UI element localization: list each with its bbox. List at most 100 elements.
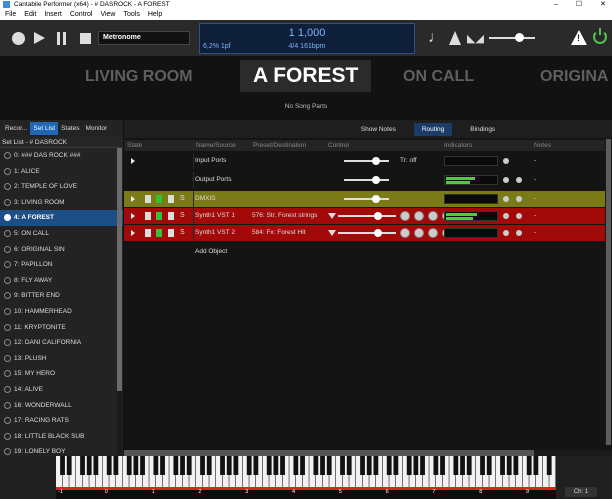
solo-icon[interactable]: S — [180, 208, 185, 224]
state-icon[interactable] — [168, 229, 174, 237]
row-notes[interactable]: - — [534, 225, 536, 241]
black-key[interactable] — [513, 456, 519, 475]
black-key[interactable] — [66, 456, 72, 475]
set-list-item[interactable]: 10: HAMMERHEAD — [0, 304, 123, 320]
menu-edit[interactable]: Edit — [24, 9, 36, 20]
black-key[interactable] — [420, 456, 425, 475]
black-key[interactable] — [93, 456, 99, 475]
set-list-item[interactable]: 12: DANI CALIFORNIA — [0, 335, 123, 351]
volume-thumb[interactable] — [515, 33, 524, 42]
black-key[interactable] — [160, 456, 165, 475]
menu-tools[interactable]: Tools — [123, 9, 139, 20]
midi-channel-button[interactable]: Ch: 1 — [565, 487, 597, 497]
col-control[interactable]: Control — [328, 140, 349, 151]
gain-slider-thumb[interactable] — [371, 176, 380, 184]
black-key[interactable] — [413, 456, 419, 475]
add-object-button[interactable]: Add Object — [195, 244, 227, 260]
black-key[interactable] — [406, 456, 412, 475]
black-key[interactable] — [386, 456, 392, 475]
enable-icon[interactable] — [156, 195, 162, 203]
row-preset[interactable]: 584: Fx: Forest Hit — [252, 225, 305, 241]
black-key[interactable] — [460, 456, 465, 475]
black-key[interactable] — [326, 456, 332, 475]
routing-row[interactable]: S Synth1 VST 1 576: Str. Forest strings - — [124, 208, 612, 224]
state-icon[interactable] — [168, 212, 174, 220]
maximize-button[interactable]: ☐ — [576, 0, 582, 9]
tab-show-notes[interactable]: Show Notes — [353, 123, 404, 136]
keyboard-left-scroll[interactable] — [0, 456, 56, 499]
expand-icon[interactable] — [131, 230, 135, 236]
black-key[interactable] — [246, 456, 252, 475]
black-key[interactable] — [486, 456, 492, 475]
black-key[interactable] — [526, 456, 532, 475]
col-indicators[interactable]: Indicators — [444, 140, 472, 151]
col-name[interactable]: Name/Source — [196, 140, 236, 151]
gain-slider-thumb[interactable] — [373, 212, 382, 220]
piano-keyboard[interactable] — [56, 456, 556, 487]
gain-slider[interactable] — [344, 195, 389, 203]
knob-icon[interactable] — [400, 211, 410, 221]
black-key[interactable] — [200, 456, 205, 475]
solo-icon[interactable]: S — [180, 225, 185, 241]
midi-icon[interactable] — [145, 212, 151, 220]
black-key[interactable] — [153, 456, 159, 475]
black-key[interactable] — [346, 456, 352, 475]
metronome-icon[interactable] — [449, 31, 461, 45]
black-key[interactable] — [80, 456, 85, 475]
set-list-item[interactable]: 7: PAPILLON — [0, 257, 123, 273]
black-key[interactable] — [300, 456, 305, 475]
state-icon[interactable] — [168, 195, 174, 203]
routing-row[interactable]: Output Ports - — [124, 172, 612, 188]
black-key[interactable] — [86, 456, 92, 475]
row-notes[interactable]: - — [534, 208, 536, 224]
gain-slider-thumb[interactable] — [371, 157, 380, 165]
play-button[interactable] — [34, 32, 45, 44]
knob-icon[interactable] — [400, 228, 410, 238]
set-list-item[interactable]: 11: KRYPTONITE — [0, 320, 123, 336]
gain-slider-thumb[interactable] — [371, 195, 380, 203]
black-key[interactable] — [220, 456, 225, 475]
row-preset[interactable]: 576: Str. Forest strings — [252, 208, 317, 224]
black-key[interactable] — [226, 456, 232, 475]
black-key[interactable] — [480, 456, 485, 475]
row-notes[interactable]: - — [534, 191, 536, 207]
black-key[interactable] — [280, 456, 285, 475]
routing-row[interactable]: Input Ports Tr: off - — [124, 153, 612, 169]
black-key[interactable] — [273, 456, 279, 475]
midi-icon[interactable] — [145, 195, 151, 203]
gain-slider[interactable] — [344, 176, 389, 184]
set-list-item[interactable]: 6: ORIGINAL SIN — [0, 242, 123, 258]
black-key[interactable] — [433, 456, 439, 475]
set-list-item[interactable]: 17: RACING RATS — [0, 413, 123, 429]
routing-scrollbar[interactable] — [605, 139, 612, 445]
knob-icon[interactable] — [428, 228, 438, 238]
master-volume-slider[interactable] — [489, 33, 535, 42]
transport-display[interactable]: 1 1,000 6,2% 1pf 4/4 161bpm — [199, 23, 415, 54]
set-list-item[interactable]: 14: ALIVE — [0, 382, 123, 398]
row-notes[interactable]: - — [534, 172, 536, 188]
menu-control[interactable]: Control — [70, 9, 93, 20]
tab-routing[interactable]: Routing — [413, 122, 453, 136]
set-list-scrollbar[interactable] — [117, 148, 122, 489]
song-current[interactable]: A FOREST — [240, 60, 372, 92]
black-key[interactable] — [186, 456, 192, 475]
gain-slider[interactable] — [338, 229, 396, 237]
gain-slider[interactable] — [344, 157, 389, 165]
col-notes[interactable]: Notes — [534, 140, 551, 151]
routing-row[interactable]: S Synth1 VST 2 584: Fx: Forest Hit - — [124, 225, 612, 241]
midi-icon[interactable] — [145, 229, 151, 237]
knob-icon[interactable] — [414, 211, 424, 221]
gain-slider-thumb[interactable] — [373, 229, 382, 237]
set-list-item[interactable]: 8: FLY AWAY — [0, 273, 123, 289]
black-key[interactable] — [233, 456, 239, 475]
black-key[interactable] — [500, 456, 505, 475]
black-key[interactable] — [173, 456, 179, 475]
menu-insert[interactable]: Insert — [44, 9, 62, 20]
pause-button[interactable] — [57, 32, 67, 45]
stop-button[interactable] — [80, 33, 91, 44]
knob-icon[interactable] — [414, 228, 424, 238]
row-notes[interactable]: - — [534, 153, 536, 169]
minimize-button[interactable]: – — [554, 0, 558, 9]
song-next[interactable]: ON CALL — [403, 66, 474, 88]
black-key[interactable] — [360, 456, 365, 475]
